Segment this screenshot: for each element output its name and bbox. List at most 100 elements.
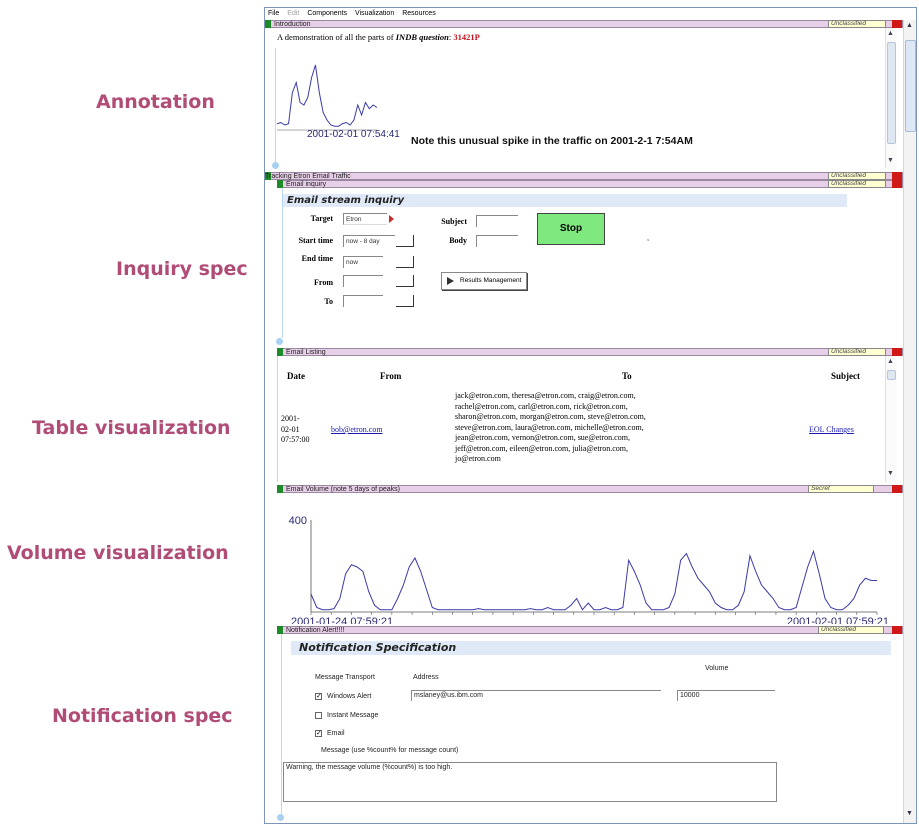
- column-header-subject: Subject: [831, 371, 860, 381]
- table-visualization-side-label: Table visualization: [32, 417, 231, 439]
- panel-close-icon[interactable]: [892, 180, 902, 188]
- volume-title-bar[interactable]: Email Volume (note 5 days of peaks) Secr…: [277, 485, 903, 493]
- results-management-button[interactable]: Results Management: [441, 272, 527, 290]
- volume-chart: 400 2001-01-24 07:59:21 2001-02-01 07:59:2…: [289, 515, 889, 624]
- panel-green-handle-icon[interactable]: [277, 626, 283, 634]
- listing-guide-line: [277, 356, 278, 482]
- body-label: Body: [449, 236, 467, 245]
- inquiry-banner: Email stream inquiry: [283, 194, 847, 207]
- scroll-down-icon[interactable]: ▼: [887, 470, 894, 477]
- recipient-line: sharon@etron.com, morgan@etron.com, stev…: [455, 412, 646, 421]
- scroll-up-icon[interactable]: ▲: [887, 30, 894, 37]
- panel-close-icon[interactable]: [892, 20, 902, 28]
- panel-close-icon[interactable]: [892, 172, 902, 180]
- recipient-line: jack@etron.com, theresa@etron.com, craig…: [455, 391, 636, 400]
- busy-spinner-icon: ◔: [645, 236, 650, 245]
- scroll-up-icon[interactable]: ▲: [906, 22, 913, 29]
- target-input[interactable]: Etron: [343, 213, 387, 225]
- panel-close-icon[interactable]: [892, 348, 902, 356]
- volume-input[interactable]: 10000: [677, 690, 775, 701]
- end-time-picker-button[interactable]: [396, 256, 414, 268]
- scroll-thumb[interactable]: [905, 40, 916, 132]
- menu-file[interactable]: File: [268, 8, 279, 20]
- menu-resources[interactable]: Resources: [402, 8, 435, 20]
- intro-scrollbar[interactable]: ▲ ▼: [885, 28, 896, 168]
- intro-mini-chart: [276, 64, 378, 131]
- scroll-up-icon[interactable]: ▲: [887, 358, 894, 365]
- panel-green-handle-icon[interactable]: [277, 348, 283, 356]
- column-header-to: To: [622, 371, 632, 381]
- panel-green-handle-icon[interactable]: [277, 485, 283, 493]
- subject-link[interactable]: EOL Changes: [809, 425, 854, 436]
- to-cell: jack@etron.com, theresa@etron.com, craig…: [455, 391, 646, 465]
- stop-label: Stop: [559, 223, 583, 234]
- email-checkbox[interactable]: ✓: [315, 730, 322, 737]
- recipient-line: steve@etron.com, laura@etron.com, michel…: [455, 422, 644, 432]
- inquiry-title-bar[interactable]: Email inquiry Unclassified: [277, 180, 903, 188]
- start-time-picker-button[interactable]: [396, 235, 414, 247]
- listing-title: Email Listing: [286, 349, 326, 356]
- intro-guide-line: [275, 48, 276, 164]
- instant-message-checkbox[interactable]: [315, 712, 322, 719]
- notification-title-bar[interactable]: Notification Alert!!!! Unclassified: [277, 626, 903, 634]
- annotation-side-label: Annotation: [96, 91, 215, 113]
- volume-line-group: 400 2001-01-24 07:59:21 2001-02-01 07:59:2…: [289, 515, 889, 624]
- panel-close-icon[interactable]: [892, 626, 902, 634]
- notification-banner: Notification Specification: [291, 641, 891, 655]
- from-picker-button[interactable]: [396, 275, 414, 287]
- notification-pane-dot: [277, 814, 284, 821]
- question-id: 31421P: [453, 32, 480, 42]
- body-input[interactable]: [476, 235, 518, 247]
- date-line: 07:57:00: [281, 435, 310, 444]
- email-label: Email: [327, 730, 345, 737]
- menu-edit[interactable]: Edit: [287, 8, 299, 20]
- from-link[interactable]: bob@etron.com: [331, 425, 383, 436]
- intro-series-line: [276, 64, 378, 127]
- main-scrollbar[interactable]: ▲ ▼: [903, 20, 916, 823]
- classification-badge: Unclassified: [828, 180, 886, 188]
- intro-colon: :: [448, 32, 452, 42]
- listing-scrollbar[interactable]: ▲ ▼: [885, 356, 896, 482]
- volume-pane: 400 2001-01-24 07:59:21 2001-02-01 07:59:2…: [265, 494, 903, 626]
- notification-pane: Notification Specification Message Trans…: [265, 634, 903, 823]
- stop-button[interactable]: Stop: [537, 213, 605, 245]
- classification-badge: Unclassified: [828, 348, 886, 356]
- intro-spike-note: Note this unusual spike in the traffic o…: [411, 135, 693, 147]
- windows-alert-checkbox[interactable]: ✓: [315, 693, 322, 700]
- scroll-thumb[interactable]: [887, 42, 896, 144]
- scroll-down-icon[interactable]: ▼: [887, 157, 894, 164]
- to-input[interactable]: [343, 295, 383, 307]
- menu-visualization[interactable]: Visualization: [355, 8, 394, 20]
- panel-close-icon[interactable]: [892, 485, 902, 493]
- scroll-down-icon[interactable]: ▼: [906, 810, 913, 817]
- intro-pane-dot: [272, 162, 279, 169]
- inquiry-pane-dot: [276, 338, 283, 345]
- message-textarea[interactable]: Warning, the message volume (%count%) is…: [283, 762, 777, 802]
- recipient-line: jean@etron.com, vernon@etron.com, sue@et…: [455, 433, 630, 442]
- scroll-thumb[interactable]: [887, 370, 896, 380]
- notification-spec-side-label: Notification spec: [52, 705, 233, 727]
- listing-pane: Date From To Subject 2001- 02-01 07:57:0…: [265, 356, 903, 482]
- panel-green-handle-icon[interactable]: [277, 180, 283, 188]
- tracking-title-bar[interactable]: Tracking Etron Email Traffic Unclassifie…: [265, 172, 903, 180]
- target-dropdown-arrow-icon[interactable]: [389, 215, 394, 223]
- start-time-input[interactable]: now - 8 day: [343, 235, 395, 247]
- transport-header: Message Transport: [315, 674, 375, 681]
- app-window: File Edit Components Visualization Resources…: [264, 7, 917, 824]
- intro-title-bar[interactable]: Introduction Unclassified: [265, 20, 903, 28]
- end-time-label: End time: [301, 254, 333, 263]
- subject-input[interactable]: [476, 215, 518, 227]
- from-input[interactable]: [343, 275, 383, 287]
- from-label: From: [314, 278, 333, 287]
- listing-title-bar[interactable]: Email Listing Unclassified: [277, 348, 903, 356]
- address-input[interactable]: mslaney@us.ibm.com: [411, 690, 661, 701]
- to-picker-button[interactable]: [396, 295, 414, 307]
- panel-green-handle-icon[interactable]: [265, 20, 271, 28]
- message-label: Message (use %count% for message count): [321, 747, 459, 754]
- classification-badge: Unclassified: [828, 172, 886, 180]
- intro-pane: A demonstration of all the parts of INDB…: [265, 28, 903, 172]
- menu-components[interactable]: Components: [307, 8, 347, 20]
- classification-badge: Unclassified: [828, 20, 886, 28]
- end-time-input[interactable]: now: [343, 256, 383, 268]
- intro-question: INDB question: [395, 32, 449, 42]
